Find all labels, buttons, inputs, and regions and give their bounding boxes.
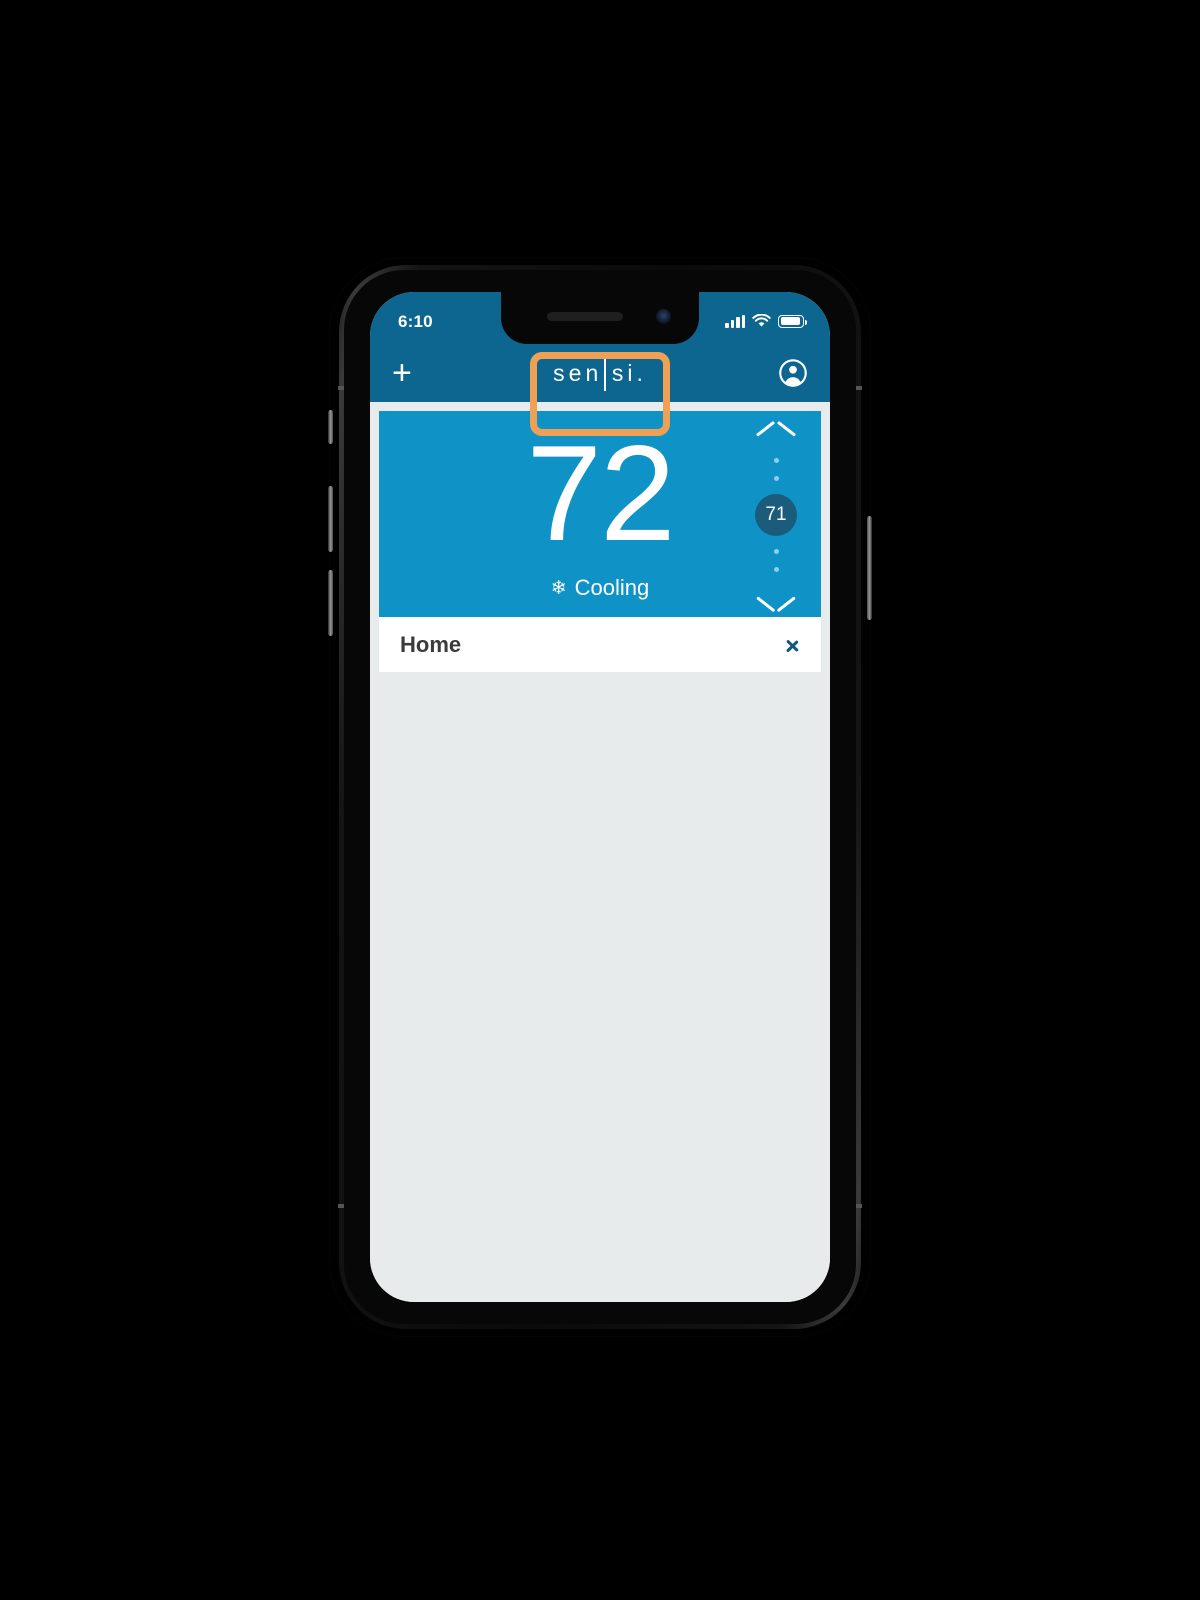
chevron-up-icon[interactable] [757, 423, 795, 445]
antenna-line [338, 1204, 344, 1208]
cellular-signal-icon [725, 314, 745, 328]
mode-label: Cooling [574, 575, 650, 600]
sensi-logo-right: si. [611, 359, 647, 386]
antenna-line [856, 386, 862, 390]
setpoint-badge[interactable]: 71 [755, 494, 797, 536]
mute-switch-button[interactable] [328, 410, 333, 444]
sensi-logo[interactable]: sen si. [553, 355, 647, 391]
current-temperature: 72 [526, 417, 675, 569]
phone-device: 6:10 + sen si. 72 ❄ Cooling 71 Home [328, 258, 872, 1336]
stepper-dots-upper [773, 458, 779, 481]
earpiece-speaker-icon [547, 312, 623, 321]
phone-screen: 6:10 + sen si. 72 ❄ Cooling 71 Home [370, 292, 830, 1302]
account-button[interactable] [768, 358, 808, 388]
sensi-logo-divider [604, 355, 606, 391]
status-bar-icons [725, 308, 807, 328]
front-camera-icon [656, 309, 671, 324]
wifi-icon [752, 314, 771, 327]
location-name: Home [400, 631, 462, 657]
account-circle-icon [779, 359, 807, 387]
antenna-line [856, 1204, 862, 1208]
phone-notch [501, 292, 699, 344]
mode-status: ❄ Cooling [551, 575, 650, 601]
snowflake-icon: ❄ [550, 577, 567, 599]
battery-icon [778, 314, 807, 328]
chevron-down-icon[interactable] [757, 585, 795, 607]
app-header: + sen si. [370, 344, 830, 402]
stepper-dots-lower [773, 549, 779, 572]
add-thermostat-button[interactable]: + [392, 356, 432, 390]
status-bar-time: 6:10 [398, 311, 433, 331]
screenshot-canvas: 6:10 + sen si. 72 ❄ Cooling 71 Home [0, 0, 1200, 1600]
volume-down-button[interactable] [328, 570, 333, 636]
power-button[interactable] [867, 516, 872, 620]
chevron-right-icon[interactable] [787, 634, 800, 656]
thermostat-card[interactable]: 72 ❄ Cooling 71 [379, 411, 821, 617]
sensi-logo-left: sen [553, 359, 603, 386]
volume-up-button[interactable] [328, 486, 333, 552]
app-body: 72 ❄ Cooling 71 Home [370, 402, 830, 1302]
antenna-line [338, 386, 344, 390]
location-row-home[interactable]: Home [379, 617, 821, 672]
temperature-stepper[interactable]: 71 [753, 423, 799, 607]
